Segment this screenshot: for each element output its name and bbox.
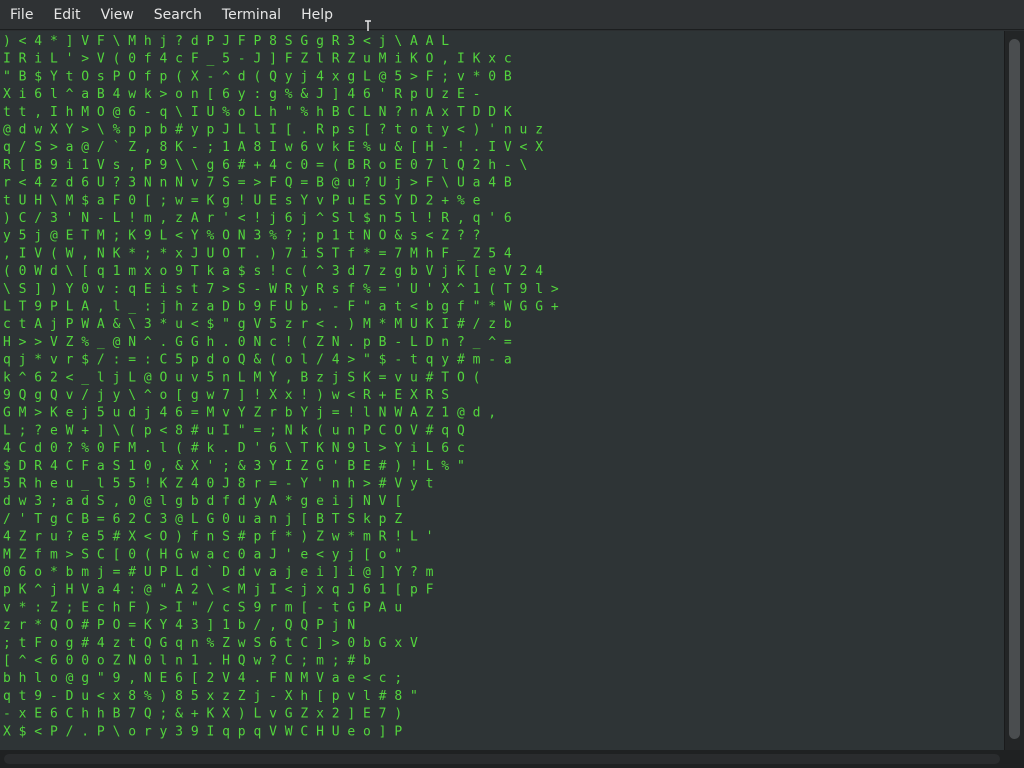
terminal-line: q t 9 - D u < x 8 % ) 8 5 x z Z j - X h …	[3, 689, 418, 704]
terminal-line: / ' T g C B = 6 2 C 3 @ L G 0 u a n j [ …	[3, 512, 402, 527]
terminal-viewport[interactable]: ) < 4 * ] V F \ M h j ? d P J F P 8 S G …	[0, 31, 1004, 750]
terminal-line: z r * Q O # P O = K Y 4 3 ] 1 b / , Q Q …	[3, 618, 355, 633]
terminal-line: I R i L ' > V ( 0 f 4 c F _ 5 - J ] F Z …	[3, 52, 512, 67]
menu-file[interactable]: File	[0, 0, 43, 30]
menu-help[interactable]: Help	[291, 0, 343, 30]
terminal-line: k ^ 6 2 < _ l j L @ O u v 5 n L M Y , B …	[3, 370, 480, 385]
menu-terminal[interactable]: Terminal	[212, 0, 291, 30]
terminal-line: L ; ? e W + ] \ ( p < 8 # u I " = ; N k …	[3, 423, 465, 438]
terminal-line: 4 C d 0 ? % 0 F M . l ( # k . D ' 6 \ T …	[3, 441, 465, 456]
terminal-line: ) < 4 * ] V F \ M h j ? d P J F P 8 S G …	[3, 34, 449, 49]
terminal-line: p K ^ j H V a 4 : @ " A 2 \ < M j I < j …	[3, 583, 434, 598]
terminal-line: 5 R h e u _ l 5 5 ! K Z 4 0 J 8 r = - Y …	[3, 477, 433, 492]
terminal-line: @ d w X Y > \ % p p b # y p J L l I [ . …	[3, 123, 543, 138]
terminal-line: b h l o @ g " 9 , N E 6 [ 2 V 4 . F N M …	[3, 671, 402, 686]
terminal-line: ( 0 W d \ [ q 1 m x o 9 T k a $ s ! c ( …	[3, 264, 543, 279]
terminal-line: t U H \ M $ a F 0 [ ; w = K g ! U E s Y …	[3, 193, 481, 208]
terminal-line: H > > V Z % _ @ N ^ . G G h . 0 N c ! ( …	[3, 335, 512, 350]
terminal-line: c t A j P W A & \ 3 * u < $ " g V 5 z r …	[3, 317, 512, 332]
matrix-rain-output: ) < 4 * ] V F \ M h j ? d P J F P 8 S G …	[3, 34, 559, 739]
menu-bar: File Edit View Search Terminal Help	[0, 0, 1024, 30]
vertical-scrollbar[interactable]	[1004, 31, 1024, 750]
terminal-line: 4 Z r u ? e 5 # X < O ) f n S # p f * ) …	[3, 530, 433, 545]
terminal-line: , I V ( W , N K * ; * x J U O T . ) 7 i …	[3, 246, 512, 261]
terminal-line: ; t F o g # 4 z t Q G q n % Z w S 6 t C …	[3, 636, 418, 651]
terminal-line: [ ^ < 6 0 0 o Z N 0 l n 1 . H Q w ? C ; …	[3, 654, 371, 669]
terminal-line: X i 6 l ^ a B 4 w k > o n [ 6 y : g % & …	[3, 87, 480, 102]
terminal-line: q j * v r $ / : = : C 5 p d o Q & ( o l …	[3, 353, 512, 368]
terminal-line: y 5 j @ E T M ; K 9 L < Y % O N 3 % ? ; …	[3, 229, 480, 244]
terminal-line: 0 6 o * b m j = # U P L d ` D d v a j e …	[3, 565, 434, 580]
terminal-line: X $ < P / . P \ o r y 3 9 I q p q V W C …	[3, 724, 402, 739]
terminal-line: $ D R 4 C F a S 1 0 , & X ' ; & 3 Y I Z …	[3, 459, 465, 474]
terminal-line: - x E 6 C h h B 7 Q ; & + K X ) L v G Z …	[3, 707, 402, 722]
terminal-line: R [ B 9 i 1 V s , P 9 \ \ g 6 # + 4 c 0 …	[3, 158, 527, 173]
menu-edit[interactable]: Edit	[43, 0, 90, 30]
terminal-line: q / S > a @ / ` Z , 8 K - ; 1 A 8 I w 6 …	[3, 140, 543, 155]
terminal-line: G M > K e j 5 u d j 4 6 = M v Y Z r b Y …	[3, 406, 496, 421]
terminal-line: ) C / 3 ' N - L ! m , z A r ' < ! j 6 j …	[3, 211, 512, 226]
terminal-line: L T 9 P L A , l _ : j h z a D b 9 F U b …	[3, 300, 559, 315]
menu-search[interactable]: Search	[144, 0, 212, 30]
terminal-line: v * : Z ; E c h F ) > I " / c S 9 r m [ …	[3, 600, 402, 615]
terminal-line: r < 4 z d 6 U ? 3 N n N v 7 S = > F Q = …	[3, 176, 512, 191]
terminal-line: " B $ Y t O s P O f p ( X - ^ d ( Q y j …	[3, 69, 512, 84]
horizontal-scroll-track[interactable]	[4, 754, 1000, 764]
terminal-line: M Z f m > S C [ 0 ( H G w a c 0 a J ' e …	[3, 547, 402, 562]
terminal-line: 9 Q g Q v / j y \ ^ o [ g w 7 ] ! X x ! …	[3, 388, 449, 403]
horizontal-scrollbar[interactable]	[0, 750, 1024, 768]
menu-view[interactable]: View	[91, 0, 144, 30]
terminal-line: t t , I h M O @ 6 - q \ I U % o L h " % …	[3, 105, 512, 120]
terminal-line: \ S ] ) Y 0 v : q E i s t 7 > S - W R y …	[3, 282, 559, 297]
scrollbar-thumb[interactable]	[1009, 39, 1020, 739]
terminal-line: d w 3 ; a d S , 0 @ l g b d f d y A * g …	[3, 494, 402, 509]
